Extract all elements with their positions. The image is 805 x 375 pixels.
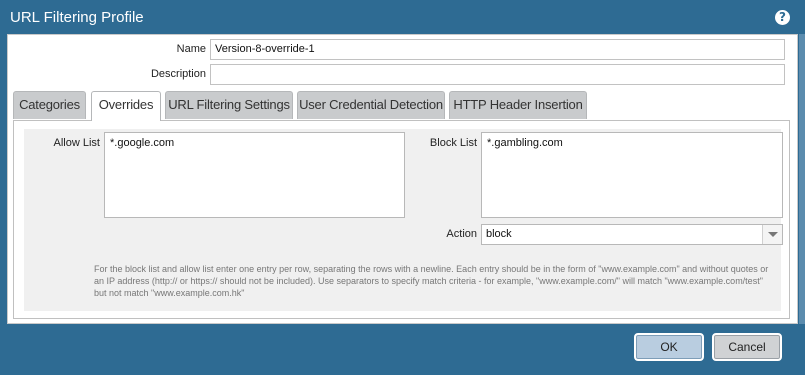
allow-list-label: Allow List [53,137,100,149]
url-filtering-profile-dialog: URL Filtering Profile ? Name Version-8-o… [0,0,805,375]
allow-list-textarea[interactable]: *.google.com [104,132,405,218]
tab-user-credential-detection[interactable]: User Credential Detection [297,91,445,119]
tab-http-header-insertion[interactable]: HTTP Header Insertion [449,91,587,119]
name-label: Name [176,43,206,55]
block-list-label: Block List [429,137,477,149]
action-selected-value: block [486,228,512,240]
overrides-tab-panel: Allow List *.google.com Block List *.gam… [13,120,790,319]
tab-overrides[interactable]: Overrides [91,91,161,121]
description-input[interactable] [210,64,785,85]
cancel-button[interactable]: Cancel [712,333,782,361]
block-list-textarea[interactable]: *.gambling.com [481,132,783,218]
question-circle-icon[interactable]: ? [775,10,790,25]
overrides-section: Allow List *.google.com Block List *.gam… [24,129,783,311]
scrollbar[interactable] [799,34,805,324]
tab-url-filtering-settings[interactable]: URL Filtering Settings [165,91,293,119]
dialog-titlebar: URL Filtering Profile ? [0,0,805,34]
description-label: Description [150,68,206,80]
dialog-title: URL Filtering Profile [10,9,144,26]
chevron-down-icon[interactable] [762,225,782,244]
help-text: For the block list and allow list enter … [94,264,769,298]
action-select[interactable]: block [481,224,783,245]
action-label: Action [446,228,477,240]
name-input[interactable]: Version-8-override-1 [210,39,785,60]
tab-categories[interactable]: Categories [13,91,86,119]
tab-bar: Categories Overrides URL Filtering Setti… [13,91,788,121]
ok-button[interactable]: OK [634,333,704,361]
